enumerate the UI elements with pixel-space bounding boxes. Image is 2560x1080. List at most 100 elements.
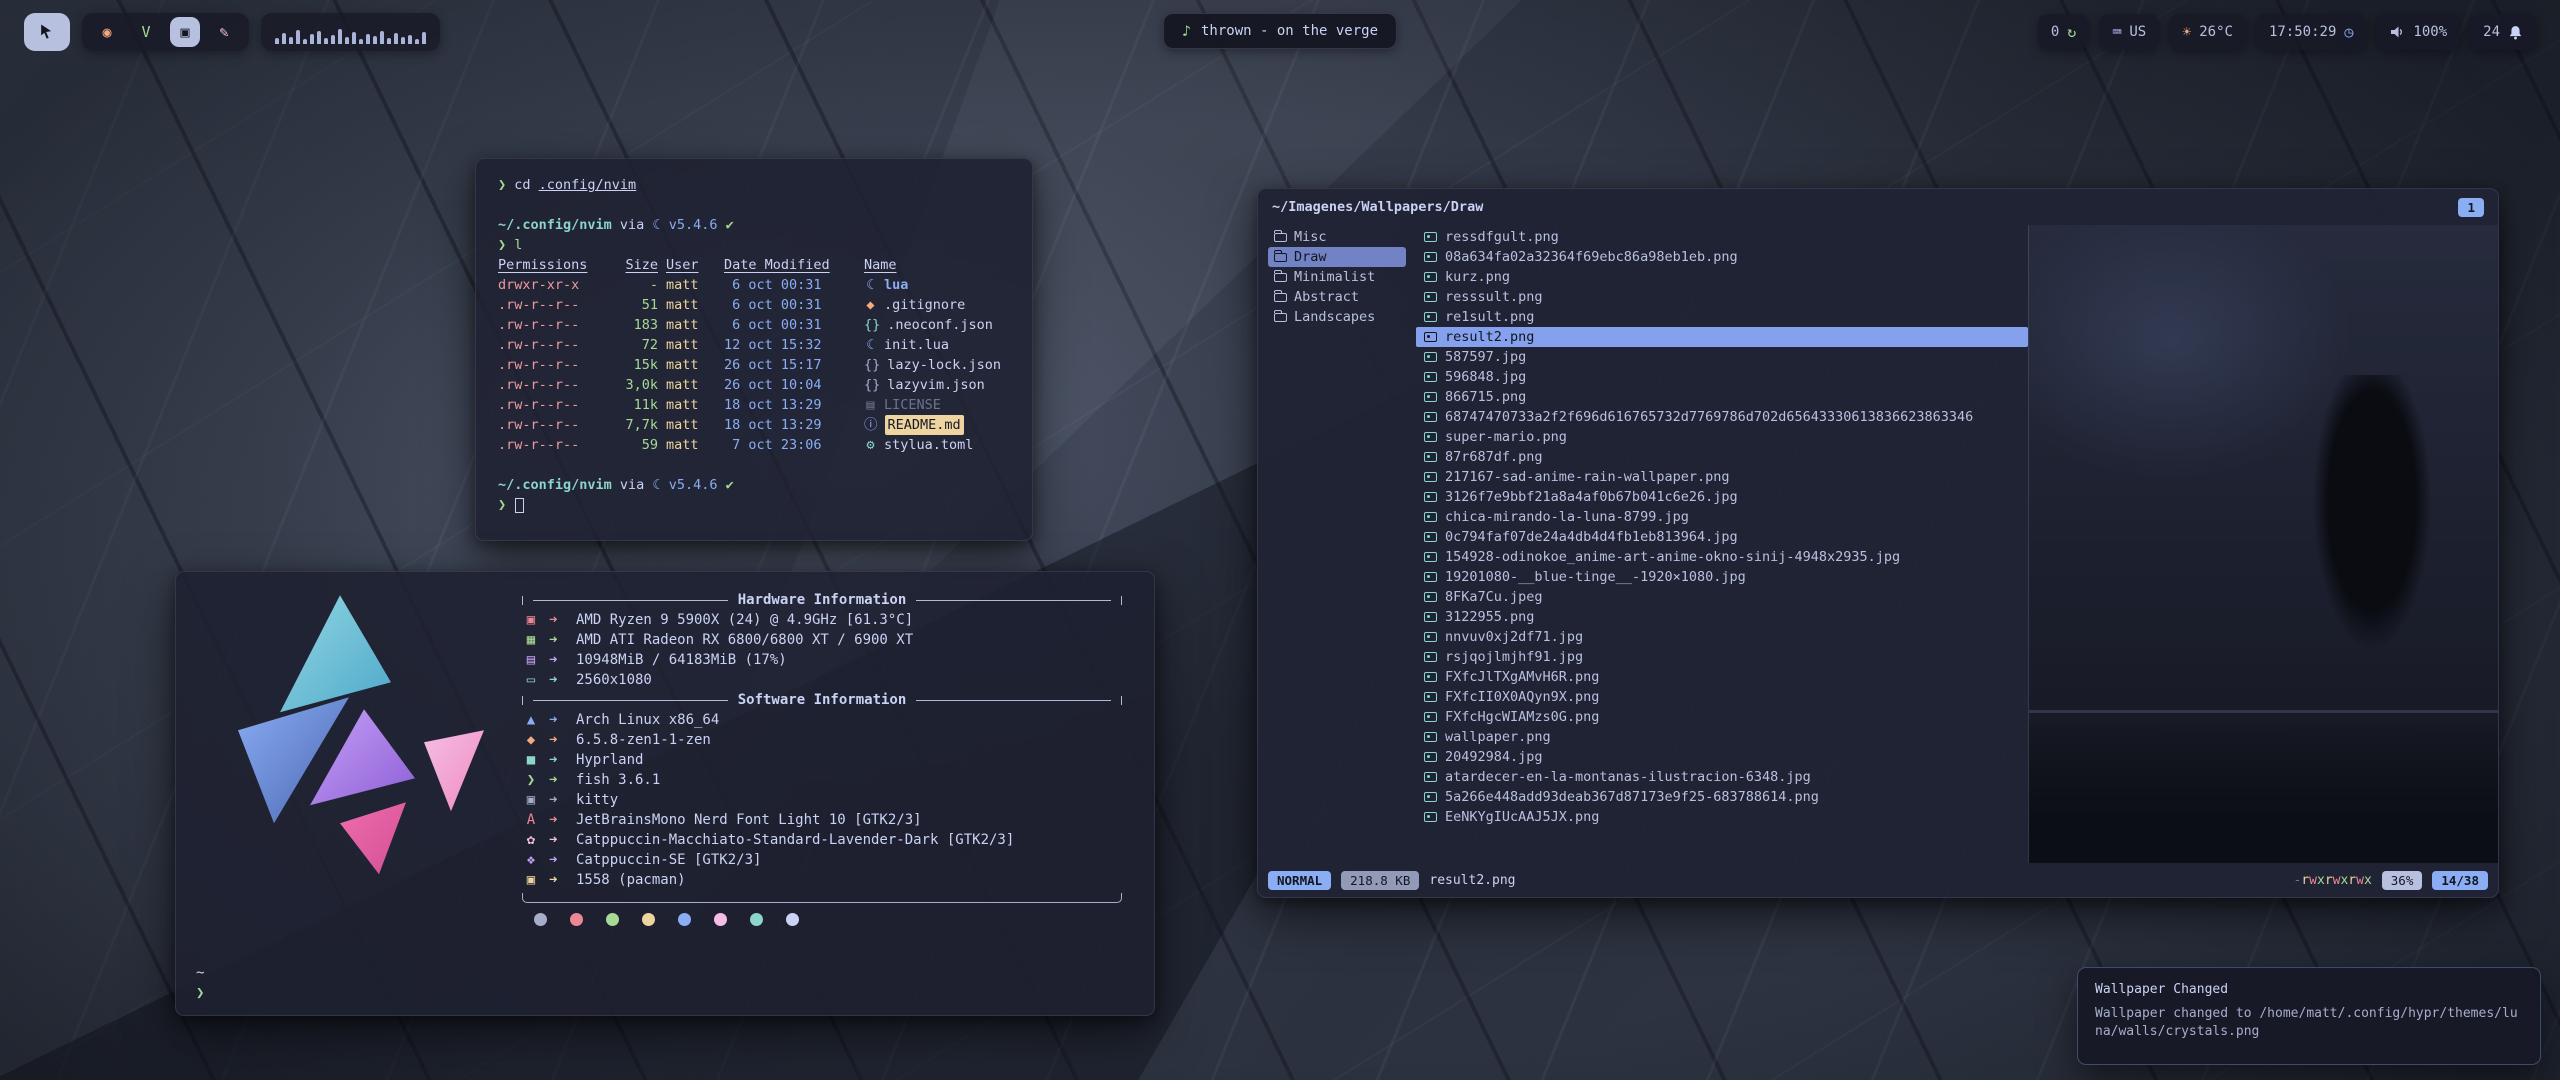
file-item[interactable]: 20492984.jpg xyxy=(1416,747,2028,767)
ls-header-row: Permissions Size User Date Modified Name xyxy=(498,255,1010,275)
file-item[interactable]: EeNKYgIUcAAJ5JX.png xyxy=(1416,807,2028,827)
file-item[interactable]: 19201080-__blue-tinge__-1920×1080.jpg xyxy=(1416,567,2028,587)
file-item[interactable]: nnvuv0xj2df71.jpg xyxy=(1416,627,2028,647)
updates-module[interactable]: 0 ↻ xyxy=(2038,14,2089,50)
file-item[interactable]: kurz.png xyxy=(1416,267,2028,287)
prompt-char: ❯ xyxy=(196,985,204,1001)
directory-item[interactable]: Draw xyxy=(1268,247,1406,267)
file-item[interactable]: 587597.jpg xyxy=(1416,347,2028,367)
workspace-button[interactable]: ✎ xyxy=(209,17,239,47)
workspace-icon: V xyxy=(141,23,150,41)
file-item[interactable]: atardecer-en-la-montanas-ilustracion-634… xyxy=(1416,767,2028,787)
preview-railing xyxy=(2029,710,2498,713)
file-owner: matt xyxy=(666,335,716,355)
software-rows: ▲ ➜ Arch Linux x86_64 ◆ ➜ 6.5.8-zen1-1-z… xyxy=(522,710,1122,890)
info-icon: ▣ xyxy=(522,870,540,890)
music-note-icon: ♪ xyxy=(1182,22,1191,40)
info-value: 6.5.8-zen1-1-zen xyxy=(576,730,711,750)
media-player-widget[interactable]: ♪ thrown - on the verge xyxy=(1163,13,1397,49)
file-name: 587597.jpg xyxy=(1445,349,1526,365)
weather-module[interactable]: ☀ 26°C xyxy=(2169,14,2246,50)
file-date: 7 oct 23:06 xyxy=(724,435,856,455)
file-item[interactable]: 217167-sad-anime-rain-wallpaper.png xyxy=(1416,467,2028,487)
file-item[interactable]: 5a266e448add93deab367d87173e9f25-6837886… xyxy=(1416,787,2028,807)
workspace-button[interactable]: V xyxy=(131,17,161,47)
file-name: LICENSE xyxy=(884,395,941,415)
file-name: 87r687df.png xyxy=(1445,449,1543,465)
shell-prompt-line: ❯ xyxy=(498,495,1010,515)
file-item[interactable]: 3126f7e9bbf21a8a4af0b67b041c6e26.jpg xyxy=(1416,487,2028,507)
file-item[interactable]: rsjqojlmjhf91.jpg xyxy=(1416,647,2028,667)
workspace-button[interactable]: ◉ xyxy=(92,17,122,47)
keyboard-layout-module[interactable]: ⌨ US xyxy=(2099,14,2159,50)
info-icon: ▦ xyxy=(522,630,540,650)
fetch-info-row: ▣ ➜ 1558 (pacman) xyxy=(522,870,1122,890)
info-value: 2560x1080 xyxy=(576,670,652,690)
visualizer-bar xyxy=(310,34,314,44)
file-item[interactable]: chica-mirando-la-luna-8799.jpg xyxy=(1416,507,2028,527)
file-item[interactable]: re1sult.png xyxy=(1416,307,2028,327)
file-item[interactable]: super-mario.png xyxy=(1416,427,2028,447)
border-cap xyxy=(1121,696,1122,705)
file-item[interactable]: 596848.jpg xyxy=(1416,367,2028,387)
file-item[interactable]: 87r687df.png xyxy=(1416,447,2028,467)
file-date: 6 oct 00:31 xyxy=(724,275,856,295)
file-item[interactable]: ressdfgult.png xyxy=(1416,227,2028,247)
workspace-button[interactable]: ▣ xyxy=(170,17,200,47)
fetch-terminal-window[interactable]: Hardware Information ▣ ➜ AMD Ryzen 9 590… xyxy=(175,571,1155,1016)
directory-item[interactable]: Misc xyxy=(1268,227,1406,247)
file-name: atardecer-en-la-montanas-ilustracion-634… xyxy=(1445,769,1811,785)
directory-item[interactable]: Minimalist xyxy=(1268,267,1406,287)
file-item[interactable]: resssult.png xyxy=(1416,287,2028,307)
info-value: 10948MiB / 64183MiB (17%) xyxy=(576,650,787,670)
arrow-icon: ➜ xyxy=(549,870,567,890)
info-value: JetBrainsMono Nerd Font Light 10 [GTK2/3… xyxy=(576,810,922,830)
file-name: stylua.toml xyxy=(884,435,973,455)
info-value: Catppuccin-Macchiato-Standard-Lavender-D… xyxy=(576,830,1014,850)
command-ls: l xyxy=(514,237,522,253)
file-item[interactable]: 154928-odinokoe_anime-art-anime-okno-sin… xyxy=(1416,547,2028,567)
selected-file-name: result2.png xyxy=(1429,873,1515,888)
command-cd: cd xyxy=(514,177,538,193)
image-file-icon xyxy=(1424,532,1437,542)
palette-dot xyxy=(750,913,763,926)
info-icon: ▭ xyxy=(522,670,540,690)
file-item[interactable]: result2.png xyxy=(1416,327,2028,347)
directory-item[interactable]: Abstract xyxy=(1268,287,1406,307)
notifications-module[interactable]: 24 xyxy=(2470,14,2536,50)
info-icon: ■ xyxy=(522,750,540,770)
file-manager-header: ~/Imagenes/Wallpapers/Draw 1 xyxy=(1258,189,2498,225)
file-item[interactable]: 866715.png xyxy=(1416,387,2028,407)
file-name-cell: ◆ .gitignore xyxy=(864,295,1010,315)
file-item[interactable]: 0c794faf07de24a4db4d4fb1eb813964.jpg xyxy=(1416,527,2028,547)
image-file-icon xyxy=(1424,512,1437,522)
clock-module[interactable]: 17:50:29 ◷ xyxy=(2256,14,2366,50)
file-permissions: .rw-r--r-- xyxy=(498,395,604,415)
directory-item[interactable]: Landscapes xyxy=(1268,307,1406,327)
image-file-icon xyxy=(1424,232,1437,242)
file-item[interactable]: FXfcJlTXgAMvH6R.png xyxy=(1416,667,2028,687)
info-icon: ◆ xyxy=(522,730,540,750)
launcher-button[interactable] xyxy=(24,13,70,51)
file-item[interactable]: wallpaper.png xyxy=(1416,727,2028,747)
file-manager-window[interactable]: ~/Imagenes/Wallpapers/Draw 1 Misc Draw xyxy=(1257,188,2499,898)
file-item[interactable]: 3122955.png xyxy=(1416,607,2028,627)
tab-indicator[interactable]: 1 xyxy=(2458,198,2484,217)
file-name: .gitignore xyxy=(884,295,965,315)
notification-popup[interactable]: Wallpaper Changed Wallpaper changed to /… xyxy=(2077,967,2541,1065)
file-item[interactable]: 08a634fa02a32364f69ebc86a98eb1eb.png xyxy=(1416,247,2028,267)
file-item[interactable]: 8FKa7Cu.jpeg xyxy=(1416,587,2028,607)
file-date: 6 oct 00:31 xyxy=(724,315,856,335)
image-preview-pane xyxy=(2028,225,2498,863)
volume-module[interactable]: 100% xyxy=(2376,14,2460,50)
ls-file-row: .rw-r--r-- 72 matt 12 oct 15:32 ☾ init.l… xyxy=(498,335,1010,355)
status-check-icon: ✔ xyxy=(726,477,734,493)
file-item[interactable]: FXfcHgcWIAMzs0G.png xyxy=(1416,707,2028,727)
terminal-window-nvim[interactable]: ❯ cd .config/nvim ~/.config/nvim via ☾ v… xyxy=(475,158,1033,541)
file-owner: matt xyxy=(666,355,716,375)
file-size: 3,0k xyxy=(612,375,658,395)
file-item[interactable]: 68747470733a2f2f696d616765732d7769786d70… xyxy=(1416,407,2028,427)
updates-icon: ↻ xyxy=(2067,23,2076,41)
file-item[interactable]: FXfcII0X0AQyn9X.png xyxy=(1416,687,2028,707)
file-size: 7,7k xyxy=(612,415,658,435)
